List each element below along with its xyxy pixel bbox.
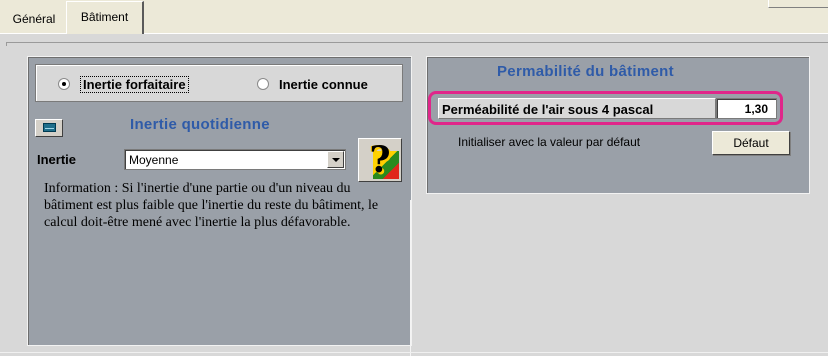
init-default-text: Initialiser avec la valeur par défaut	[458, 135, 641, 149]
tab-general[interactable]: Général	[2, 4, 66, 32]
radio-unchecked-icon[interactable]	[257, 78, 269, 90]
information-text: Information : Si l'inertie d'une partie …	[44, 181, 379, 230]
permeabilite-label: Perméabilité de l'air sous 4 pascal	[438, 98, 716, 119]
right-lower-area	[410, 200, 828, 356]
tab-strip: Général Bâtiment	[0, 0, 828, 36]
radio-inertie-forfaitaire[interactable]: Inertie forfaitaire	[58, 75, 189, 93]
radio-label: Inertie forfaitaire	[80, 75, 189, 93]
inertie-type-radio-group: Inertie forfaitaire Inertie connue	[35, 64, 403, 102]
default-button[interactable]: Défaut	[712, 131, 790, 155]
inertie-select-value: Moyenne	[129, 153, 179, 167]
chevron-down-icon[interactable]	[327, 151, 344, 168]
help-question-icon[interactable]: ?	[358, 138, 402, 182]
inertie-label: Inertie	[37, 152, 77, 167]
inertie-select[interactable]: Moyenne	[124, 149, 346, 170]
radio-label: Inertie connue	[279, 76, 368, 92]
panel-frame	[6, 42, 828, 46]
permeabilite-title: Permabilité du bâtiment	[497, 63, 674, 80]
bottom-divider	[0, 352, 828, 356]
calculator-icon[interactable]	[35, 119, 63, 137]
inertie-quotidienne-title: Inertie quotidienne	[130, 116, 270, 133]
radio-inertie-connue[interactable]: Inertie connue	[257, 76, 368, 92]
radio-checked-icon[interactable]	[58, 78, 70, 90]
tab-batiment[interactable]: Bâtiment	[66, 1, 144, 34]
permeabilite-input[interactable]: 1,30	[716, 98, 777, 119]
window-corner-button[interactable]	[768, 0, 828, 8]
